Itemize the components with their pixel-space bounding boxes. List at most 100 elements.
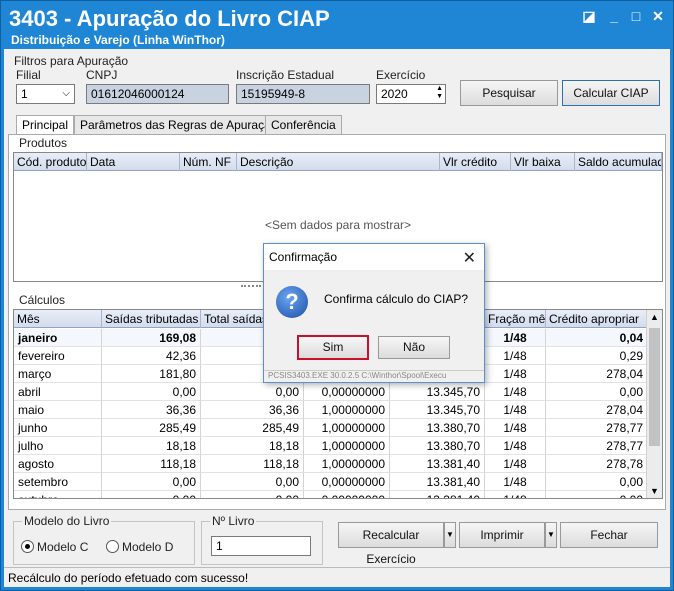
col-data[interactable]: Data — [87, 153, 180, 171]
scroll-down-icon[interactable]: ▼ — [650, 486, 659, 496]
exercicio-label: Exercício — [376, 68, 426, 82]
table-cell: 278,77 — [546, 419, 648, 437]
col-vlr-credito[interactable]: Vlr crédito — [440, 153, 511, 171]
table-row[interactable]: maio 36,36 36,36 1,00000000 13.345,70 1/48 278… — [14, 401, 648, 419]
num-livro-label: Nº Livro — [210, 514, 257, 528]
col-saldo-acumulado[interactable]: Saldo acumulado — [575, 153, 662, 171]
title-bar: 3403 - Apuração do Livro CIAP Distribuiç… — [1, 1, 673, 49]
table-cell: 1/48 — [485, 473, 546, 491]
table-row[interactable]: julho 18,18 18,18 1,00000000 13.380,70 1/48 27… — [14, 437, 648, 455]
window-title: 3403 - Apuração do Livro CIAP — [9, 6, 330, 31]
table-row[interactable]: setembro 0,00 0,00 0,00000000 13.381,40 1/48 0… — [14, 473, 648, 491]
produtos-title: Produtos — [19, 136, 68, 150]
confirm-dialog: Confirmação ✕ ? Confirma cálculo do CIAP… — [263, 243, 485, 383]
filial-select[interactable]: 1 ⌵ — [16, 84, 75, 104]
col-saidas-tributadas[interactable]: Saídas tributadas — [102, 310, 201, 328]
table-cell: 1/48 — [485, 491, 546, 498]
table-cell: 0,00 — [201, 473, 304, 491]
produtos-grid-header: Cód. produto Data Núm. NF Descrição Vlr … — [14, 153, 662, 171]
calculos-title: Cálculos — [19, 293, 66, 307]
nao-button[interactable]: Não — [378, 336, 450, 359]
table-cell: janeiro — [14, 329, 102, 347]
table-cell: 0,00 — [546, 473, 648, 491]
table-cell: 285,49 — [201, 419, 304, 437]
imprimir-dropdown-icon[interactable]: ▼ — [545, 522, 557, 548]
table-cell: 0,00 — [546, 491, 648, 498]
splitter-handle[interactable] — [241, 285, 261, 289]
modelo-d-radio[interactable] — [106, 540, 119, 553]
dialog-title-text: Confirmação — [269, 250, 338, 264]
col-mes[interactable]: Mês — [14, 310, 102, 328]
cnpj-field[interactable]: 01612046000124 — [86, 84, 229, 104]
table-row[interactable]: abril 0,00 0,00 0,00000000 13.345,70 1/48 0,00 — [14, 383, 648, 401]
table-cell: 42,36 — [102, 347, 201, 365]
table-row[interactable]: agosto 118,18 118,18 1,00000000 13.381,40 1/4… — [14, 455, 648, 473]
modelo-c-radio[interactable] — [21, 540, 34, 553]
modelo-d-label[interactable]: Modelo D — [122, 540, 173, 554]
table-cell: 1/48 — [485, 455, 546, 473]
spin-icon[interactable]: ▲ ▼ — [436, 85, 443, 101]
table-row[interactable]: outubro0,000,000,0000000013.381,401/480,… — [14, 491, 648, 498]
main-window: 3403 - Apuração do Livro CIAP Distribuiç… — [0, 0, 674, 591]
col-num-nf[interactable]: Núm. NF — [180, 153, 237, 171]
table-cell: abril — [14, 383, 102, 401]
table-cell: 13.381,40 — [390, 473, 485, 491]
pesquisar-button[interactable]: Pesquisar — [460, 80, 558, 106]
exercicio-stepper[interactable]: 2020 ▲ ▼ — [376, 84, 446, 104]
col-descricao[interactable]: Descrição — [237, 153, 440, 171]
table-cell: 0,04 — [546, 329, 648, 347]
scroll-thumb[interactable] — [649, 328, 660, 446]
col-fracao-mes[interactable]: Fração mês — [485, 310, 546, 328]
ie-field[interactable]: 15195949-8 — [236, 84, 370, 104]
tab-parametros[interactable]: Parâmetros das Regras de Apuração — [74, 115, 284, 135]
dialog-message: Confirma cálculo do CIAP? — [324, 292, 469, 306]
table-cell: 1/48 — [485, 383, 546, 401]
table-cell: 118,18 — [201, 455, 304, 473]
tab-principal[interactable]: Principal — [16, 115, 75, 136]
window-subtitle: Distribuição e Varejo (Linha WinThor) — [11, 33, 225, 47]
col-vlr-baixa[interactable]: Vlr baixa — [511, 153, 575, 171]
table-cell: 278,04 — [546, 401, 648, 419]
table-cell: 0,00 — [201, 491, 304, 498]
calculos-scrollbar[interactable]: ▲ ▼ — [646, 310, 662, 498]
chevron-down-icon: ⌵ — [62, 88, 70, 99]
table-cell: agosto — [14, 455, 102, 473]
recalcular-dropdown-icon[interactable]: ▼ — [444, 522, 456, 548]
table-cell: 0,00 — [102, 473, 201, 491]
recalcular-button[interactable]: Recalcular Exercício — [338, 522, 444, 566]
edit-icon[interactable]: ◪ — [578, 7, 600, 25]
table-cell: 0,00 — [102, 491, 201, 498]
table-cell: 13.381,40 — [390, 455, 485, 473]
fechar-button[interactable]: Fechar — [560, 522, 658, 548]
table-row[interactable]: junho 285,49 285,49 1,00000000 13.380,70 1/48… — [14, 419, 648, 437]
modelo-title: Modelo do Livro — [22, 514, 112, 528]
imprimir-button[interactable]: Imprimir — [459, 522, 545, 548]
dialog-close-icon[interactable]: ✕ — [463, 248, 476, 268]
col-credito-apropriar[interactable]: Crédito apropriar — [546, 310, 648, 328]
close-icon[interactable]: ✕ — [647, 7, 669, 25]
tab-conferencia[interactable]: Conferência — [265, 115, 342, 135]
table-cell: 1/48 — [485, 347, 546, 365]
table-cell: 13.345,70 — [390, 401, 485, 419]
table-cell: maio — [14, 401, 102, 419]
table-cell: 1,00000000 — [304, 419, 390, 437]
table-cell: 285,49 — [102, 419, 201, 437]
table-cell: 18,18 — [201, 437, 304, 455]
table-cell: 1/48 — [485, 419, 546, 437]
table-cell: 181,80 — [102, 365, 201, 383]
col-cod-produto[interactable]: Cód. produto — [14, 153, 87, 171]
calcular-ciap-button[interactable]: Calcular CIAP — [562, 80, 660, 106]
table-cell: 0,00000000 — [304, 473, 390, 491]
table-cell: setembro — [14, 473, 102, 491]
num-livro-input[interactable]: 1 — [211, 536, 311, 556]
table-cell: 278,77 — [546, 437, 648, 455]
table-cell: 1/48 — [485, 437, 546, 455]
minimize-icon[interactable]: _ — [603, 7, 625, 25]
empty-grid-message: <Sem dados para mostrar> — [264, 218, 412, 232]
sim-button[interactable]: Sim — [297, 335, 369, 360]
maximize-icon[interactable]: □ — [625, 7, 647, 25]
scroll-up-icon[interactable]: ▲ — [650, 312, 659, 322]
modelo-c-label[interactable]: Modelo C — [37, 540, 88, 554]
filters-group-title: Filtros para Apuração — [14, 54, 129, 68]
exercicio-value: 2020 — [381, 87, 408, 101]
